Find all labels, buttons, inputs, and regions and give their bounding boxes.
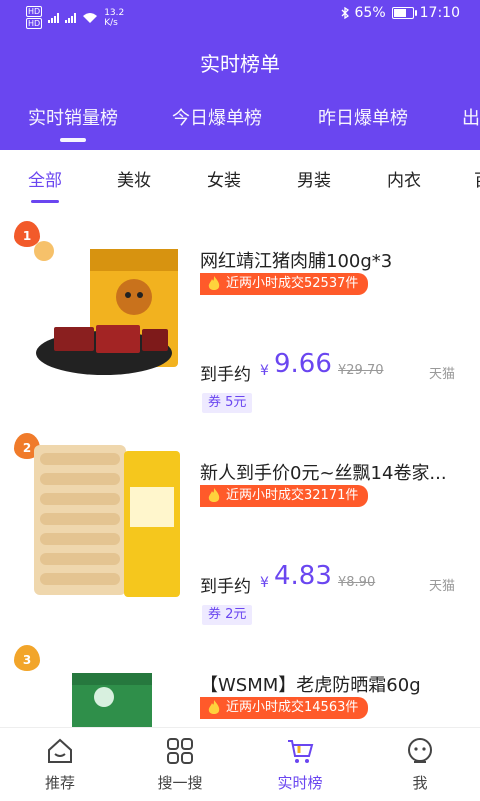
sales-badge: 近两小时成交52537件 (200, 273, 369, 295)
battery-percent: 65% (354, 5, 386, 21)
currency-symbol: ¥ (260, 575, 269, 591)
ranking-tabs: 实时销量榜 今日爆单榜 昨日爆单榜 出 (0, 104, 480, 150)
status-bar: HD HD 13.2 K/s 65% 17:10 (0, 0, 480, 30)
shop-platform: 天猫 (428, 367, 455, 382)
signal-icon (48, 12, 60, 23)
category-more[interactable]: 百 (474, 166, 480, 191)
category-label: 百 (474, 171, 480, 191)
tab-label: 今日爆单榜 (172, 108, 262, 129)
sales-text: 近两小时成交52537件 (226, 276, 359, 291)
currency-symbol: ¥ (260, 363, 269, 379)
tab-search[interactable]: 搜一搜 (140, 736, 220, 793)
signal-icon (65, 12, 77, 23)
fire-icon (208, 276, 220, 290)
tab-realtime-ranking[interactable]: 实时榜 (260, 736, 340, 793)
sales-text: 近两小时成交14563件 (226, 700, 359, 715)
wifi-icon (83, 12, 98, 23)
sales-text: 近两小时成交32171件 (226, 488, 359, 503)
net-speed: 13.2 K/s (104, 8, 124, 28)
category-men[interactable]: 男装 (297, 166, 331, 191)
tab-label: 出 (462, 108, 480, 129)
category-label: 内衣 (387, 171, 421, 191)
sales-badge: 近两小时成交14563件 (200, 697, 369, 719)
price-row: 到手约 ¥ 4.83 ¥8.90 天猫 (200, 561, 460, 597)
hd-badges: HD HD (26, 6, 43, 29)
tab-label: 我 (412, 774, 428, 792)
product-card[interactable]: 1 网红靖江猪肉脯100g*3 近两小时成交52537件 到手约 ¥ 9.66 … (0, 215, 480, 415)
clock: 17:10 (419, 5, 460, 21)
tab-recommend[interactable]: 推荐 (20, 736, 100, 793)
product-title[interactable]: 网红靖江猪肉脯100g*3 (200, 247, 460, 273)
fire-icon (208, 700, 220, 714)
product-image-tissue-rolls[interactable] (34, 437, 184, 597)
product-title[interactable]: 新人到手价0元~丝飘14卷家... (200, 459, 460, 485)
product-image-pork-jerky[interactable] (34, 225, 184, 385)
grid-icon (167, 738, 193, 764)
tab-me[interactable]: 我 (380, 736, 460, 793)
original-price: ¥29.70 (338, 363, 384, 378)
tab-realtime-sales[interactable]: 实时销量榜 (28, 104, 118, 142)
category-underwear[interactable]: 内衣 (387, 166, 421, 191)
category-women[interactable]: 女装 (207, 166, 241, 191)
bottom-tab-bar: 推荐 搜一搜 实时榜 我 (0, 727, 480, 801)
product-title[interactable]: 【WSMM】老虎防晒霜60g (200, 671, 460, 697)
active-category-indicator (31, 200, 59, 203)
price-label: 到手约 (200, 365, 251, 385)
speed-value: 13.2 (104, 7, 125, 18)
sales-badge: 近两小时成交32171件 (200, 485, 369, 507)
category-beauty[interactable]: 美妆 (117, 166, 151, 191)
original-price: ¥8.90 (338, 575, 376, 590)
shop-platform: 天猫 (428, 579, 455, 594)
tab-label: 实时销量榜 (28, 108, 118, 129)
final-price: 4.83 (274, 561, 332, 591)
category-label: 男装 (297, 171, 331, 191)
hd-icon: HD (26, 18, 43, 29)
tab-more[interactable]: 出 (462, 104, 480, 130)
product-card[interactable]: 2 新人到手价0元~丝飘14卷家... 近两小时成交32171件 到手约 ¥ 4… (0, 427, 480, 627)
top-header: HD HD 13.2 K/s 65% 17:10 实时榜单 实时销量榜 今日爆单… (0, 0, 480, 150)
product-list: 1 网红靖江猪肉脯100g*3 近两小时成交52537件 到手约 ¥ 9.66 … (0, 205, 480, 727)
category-tabs: 全部 美妆 女装 男装 内衣 百 (0, 150, 480, 205)
product-card[interactable]: 3 【WSMM】老虎防晒霜60g 近两小时成交14563件 (0, 639, 480, 727)
product-image-sunscreen[interactable] (34, 649, 184, 727)
status-right: 65% 17:10 (341, 5, 460, 21)
coupon-badge[interactable]: 券 5元 (202, 393, 253, 413)
price-row: 到手约 ¥ 9.66 ¥29.70 天猫 (200, 349, 460, 385)
fire-icon (208, 488, 220, 502)
hd-icon: HD (26, 6, 43, 17)
bluetooth-icon (341, 7, 349, 19)
face-icon (408, 738, 432, 763)
category-label: 全部 (28, 171, 62, 191)
active-tab-indicator (60, 138, 86, 142)
tab-label: 实时榜 (277, 774, 323, 792)
page-title: 实时榜单 (200, 52, 280, 76)
tab-label: 搜一搜 (157, 774, 203, 792)
final-price: 9.66 (274, 349, 332, 379)
price-label: 到手约 (200, 577, 251, 597)
category-all[interactable]: 全部 (28, 166, 62, 203)
tab-today-hot[interactable]: 今日爆单榜 (172, 104, 262, 130)
category-label: 美妆 (117, 171, 151, 191)
tab-label: 推荐 (44, 774, 75, 792)
status-left: HD HD 13.2 K/s (26, 6, 124, 29)
home-icon (48, 738, 72, 763)
cart-icon (288, 740, 314, 763)
category-label: 女装 (207, 171, 241, 191)
tab-label: 昨日爆单榜 (318, 108, 408, 129)
tab-yesterday-hot[interactable]: 昨日爆单榜 (318, 104, 408, 130)
coupon-badge[interactable]: 券 2元 (202, 605, 253, 625)
speed-unit: K/s (104, 17, 118, 28)
battery-icon (391, 7, 417, 19)
battery-fill (393, 9, 406, 17)
